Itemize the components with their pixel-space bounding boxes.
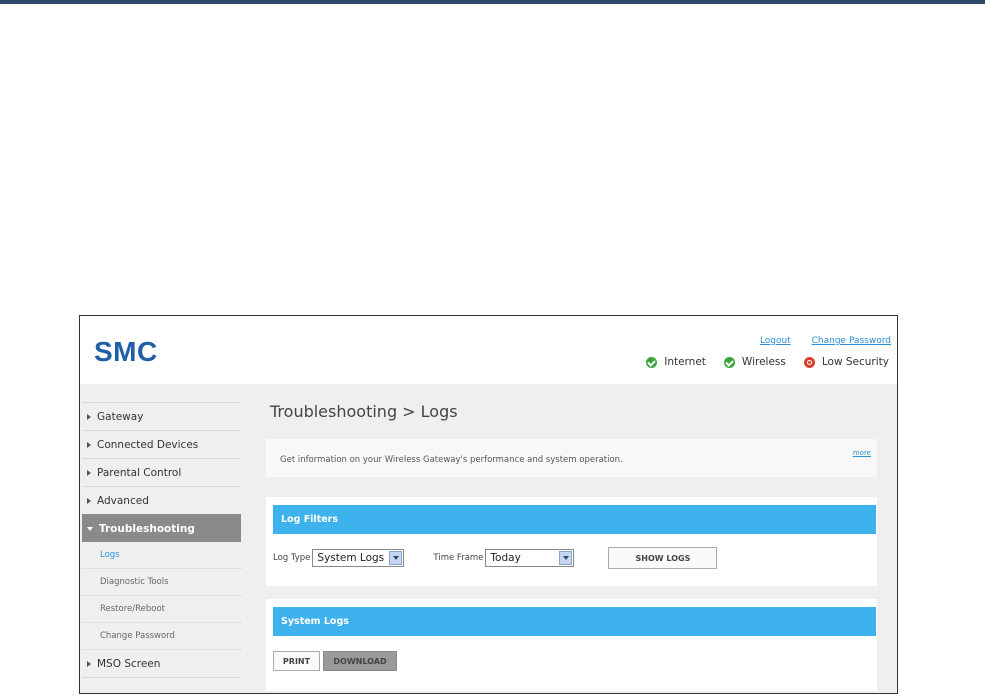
chevron-right-icon	[87, 413, 91, 420]
sidebar-item-label: Parental Control	[97, 466, 182, 479]
status-security-label: Low Security	[821, 356, 889, 368]
status-bar: Internet Wireless Low Security	[628, 356, 889, 368]
sidebar-item-label: Gateway	[97, 410, 144, 423]
sidebar-item-parental-control[interactable]: Parental Control	[82, 458, 241, 486]
page-title: Troubleshooting > Logs	[270, 402, 458, 421]
status-wireless-label: Wireless	[741, 356, 786, 368]
sidebar-item-connected-devices[interactable]: Connected Devices	[82, 430, 241, 458]
sidebar-subitem-diagnostic-tools[interactable]: Diagnostic Tools	[82, 569, 241, 596]
log-filters-row: Log Type System Logs Time Frame Today SH…	[273, 547, 718, 569]
chevron-down-icon	[87, 526, 93, 531]
sidebar-subitem-restore-reboot[interactable]: Restore/Reboot	[82, 596, 241, 623]
more-link[interactable]: more	[853, 449, 871, 457]
sidebar-subitem-logs[interactable]: Logs	[82, 542, 241, 569]
sidebar-item-label: Advanced	[97, 494, 149, 507]
download-button[interactable]: DOWNLOAD	[323, 651, 397, 671]
sidebar-item-mso-screen[interactable]: MSO Screen	[82, 650, 241, 677]
router-ui-window: SMC Logout Change Password Internet Wire…	[79, 315, 898, 694]
status-security: Low Security	[803, 356, 889, 368]
info-text: Get information on your Wireless Gateway…	[280, 455, 623, 465]
content-area: Gateway Connected Devices Parental Contr…	[80, 384, 897, 693]
log-type-value: System Logs	[317, 552, 385, 564]
chevron-down-icon	[389, 551, 403, 565]
top-border-bar	[0, 0, 985, 4]
logout-link[interactable]: Logout	[760, 336, 791, 346]
sidebar-subitem-change-password[interactable]: Change Password	[82, 623, 241, 650]
chevron-down-icon	[559, 551, 573, 565]
log-type-label: Log Type	[273, 553, 311, 563]
status-internet: Internet	[646, 356, 706, 368]
sidebar-item-gateway[interactable]: Gateway	[82, 402, 241, 430]
time-frame-label: Time Frame	[433, 553, 484, 563]
print-button[interactable]: PRINT	[273, 651, 320, 671]
system-logs-panel: System Logs PRINT DOWNLOAD	[266, 599, 877, 691]
chevron-right-icon	[87, 497, 91, 504]
chevron-right-icon	[87, 441, 91, 448]
top-links: Logout Change Password	[742, 336, 891, 346]
check-circle-icon	[646, 356, 658, 368]
log-filters-panel: Log Filters Log Type System Logs Time Fr…	[266, 497, 877, 586]
info-box: Get information on your Wireless Gateway…	[266, 439, 877, 477]
change-password-link[interactable]: Change Password	[812, 336, 891, 346]
sidebar-item-troubleshooting[interactable]: Troubleshooting	[82, 514, 241, 542]
sidebar-item-label: Connected Devices	[97, 438, 199, 451]
lifebuoy-icon	[803, 356, 815, 368]
system-logs-heading: System Logs	[273, 607, 876, 636]
check-circle-icon	[723, 356, 735, 368]
sidebar-divider	[82, 677, 241, 678]
smc-logo: SMC	[94, 336, 158, 367]
status-wireless: Wireless	[723, 356, 786, 368]
chevron-right-icon	[87, 660, 91, 667]
sidebar-item-label: Troubleshooting	[99, 522, 195, 535]
log-type-select[interactable]: System Logs	[312, 549, 405, 567]
time-frame-select[interactable]: Today	[485, 549, 575, 567]
status-internet-label: Internet	[664, 356, 706, 368]
sidebar-item-advanced[interactable]: Advanced	[82, 486, 241, 514]
time-frame-value: Today	[490, 552, 521, 564]
show-logs-button[interactable]: SHOW LOGS	[608, 547, 718, 569]
sidebar: Gateway Connected Devices Parental Contr…	[82, 402, 241, 678]
sidebar-item-label: MSO Screen	[97, 657, 161, 670]
chevron-right-icon	[87, 469, 91, 476]
log-filters-heading: Log Filters	[273, 505, 876, 534]
header: SMC Logout Change Password Internet Wire…	[80, 316, 897, 384]
